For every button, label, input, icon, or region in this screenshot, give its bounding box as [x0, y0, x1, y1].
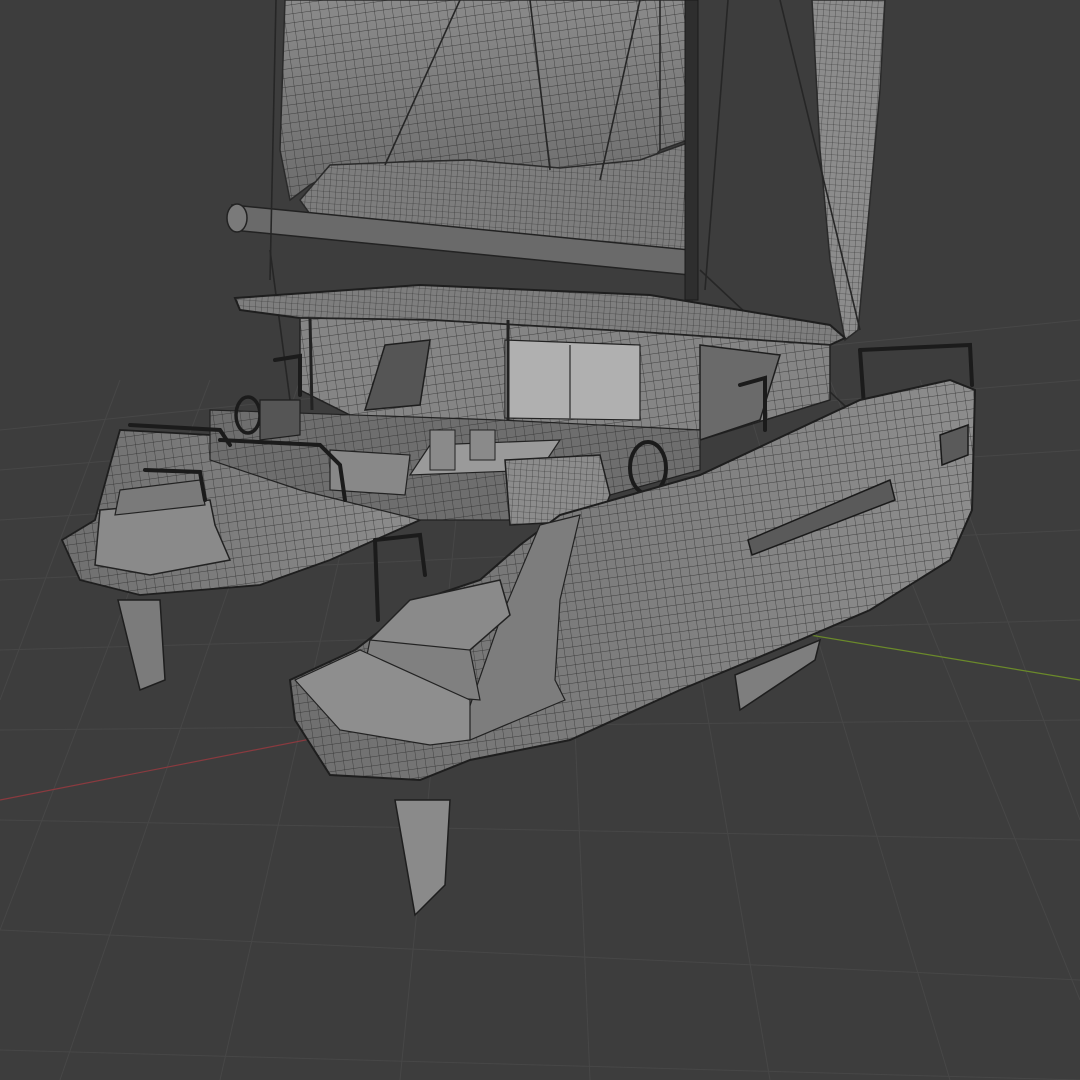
y-axis-line	[779, 629, 1080, 681]
mast[interactable]	[684, 0, 699, 301]
viewport-canvas[interactable]	[0, 0, 1080, 1080]
jib-sail[interactable]	[811, 0, 886, 342]
saloon-doorway[interactable]	[504, 339, 641, 421]
3d-viewport[interactable]	[0, 0, 1080, 1080]
cockpit-chair	[429, 429, 456, 471]
cabin-window-right	[699, 344, 781, 442]
cockpit-chair	[469, 429, 496, 461]
port-helm-console[interactable]	[259, 399, 301, 441]
port-rudder	[117, 599, 166, 692]
starboard-rudder	[394, 799, 451, 917]
